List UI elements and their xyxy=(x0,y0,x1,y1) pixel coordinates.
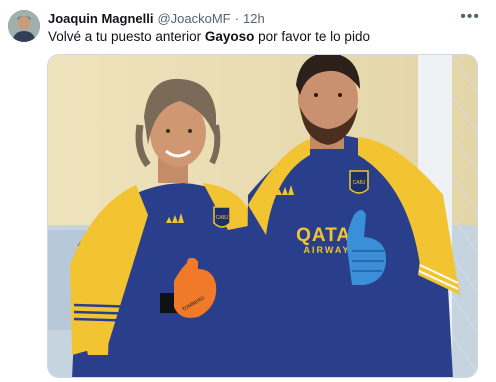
post-text-start: Volvé a tu puesto anterior xyxy=(48,29,205,44)
post-text: Volvé a tu puesto anterior Gayoso por fa… xyxy=(48,28,486,46)
post-header: Joaquin Magnelli @JoackoMF · 12h xyxy=(48,9,486,27)
author-name[interactable]: Joaquin Magnelli xyxy=(48,11,153,26)
player-crest-text: CABJ xyxy=(353,180,366,186)
post-time[interactable]: 12h xyxy=(243,11,265,26)
more-horizontal-icon[interactable]: ••• xyxy=(460,8,480,26)
post-photo[interactable]: CABJ TOMBERG CABJ QATAR AIRWAYS xyxy=(47,54,478,378)
separator-dot: · xyxy=(234,10,239,26)
coach-crest-text: CABJ xyxy=(216,215,229,221)
post-text-end: por favor te lo pido xyxy=(254,29,370,44)
author-handle[interactable]: @JoackoMF xyxy=(157,11,230,26)
post-text-bold: Gayoso xyxy=(204,29,255,44)
author-avatar[interactable] xyxy=(8,10,40,42)
